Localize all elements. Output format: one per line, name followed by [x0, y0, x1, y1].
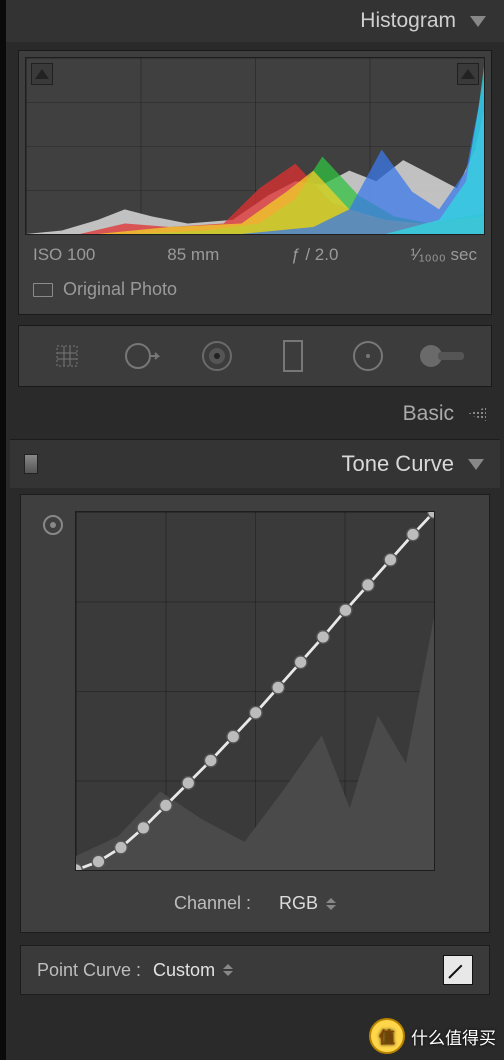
original-photo-checkbox[interactable]: [33, 283, 53, 297]
exif-shutter: ¹⁄₁₀₀₀ sec: [410, 245, 477, 265]
tone-curve-svg: [76, 512, 434, 870]
spot-removal-tool[interactable]: [113, 332, 171, 380]
point-curve-select[interactable]: Custom: [153, 960, 233, 981]
histogram-chart[interactable]: [25, 57, 485, 235]
watermark-badge: 值: [369, 1018, 405, 1054]
channel-label: Channel :: [174, 893, 251, 914]
chevron-down-icon[interactable]: [470, 16, 486, 27]
tone-curve-title: Tone Curve: [341, 451, 454, 477]
histogram-panel: ISO 100 85 mm ƒ / 2.0 ¹⁄₁₀₀₀ sec Origina…: [18, 50, 492, 315]
tool-strip: [18, 325, 492, 387]
watermark-text: 什么值得买: [411, 1024, 496, 1049]
stepper-icon[interactable]: [326, 898, 336, 910]
shadow-clipping-toggle[interactable]: [31, 63, 53, 85]
channel-select[interactable]: RGB: [279, 893, 336, 914]
radial-filter-tool[interactable]: [339, 332, 397, 380]
tone-curve-header[interactable]: Tone Curve: [10, 440, 500, 488]
exif-focal: 85 mm: [167, 245, 219, 265]
adjustment-brush-tool[interactable]: [414, 332, 472, 380]
crop-tool[interactable]: [38, 332, 96, 380]
histogram-panel-header[interactable]: Histogram: [6, 0, 504, 42]
histogram-title: Histogram: [360, 9, 456, 33]
highlight-clipping-toggle[interactable]: [457, 63, 479, 85]
original-photo-row[interactable]: Original Photo: [25, 265, 485, 304]
chevron-left-icon[interactable]: [468, 407, 486, 421]
edit-point-curve-button[interactable]: [443, 955, 473, 985]
tone-curve-swatch[interactable]: [24, 454, 38, 474]
histogram-svg: [26, 58, 484, 234]
stepper-icon[interactable]: [223, 964, 233, 976]
channel-row: Channel : RGB: [45, 893, 465, 914]
exif-aperture: ƒ / 2.0: [291, 245, 338, 265]
graduated-filter-tool[interactable]: [264, 332, 322, 380]
tone-curve-section: Tone Curve Channel : RGB Point Curve : C…: [10, 439, 500, 995]
basic-panel-header[interactable]: Basic: [6, 391, 504, 437]
exif-row: ISO 100 85 mm ƒ / 2.0 ¹⁄₁₀₀₀ sec: [25, 235, 485, 265]
exif-iso: ISO 100: [33, 245, 95, 265]
chevron-down-icon[interactable]: [468, 459, 484, 470]
tone-curve-body: Channel : RGB: [20, 494, 490, 933]
redeye-tool[interactable]: [188, 332, 246, 380]
point-curve-row: Point Curve : Custom: [20, 945, 490, 995]
watermark: 值 什么值得买: [369, 1018, 496, 1054]
tone-curve-chart[interactable]: [75, 511, 435, 871]
basic-title: Basic: [403, 402, 454, 426]
point-curve-label: Point Curve :: [37, 960, 141, 981]
original-photo-label: Original Photo: [63, 279, 177, 300]
targeted-adjustment-icon[interactable]: [41, 513, 65, 537]
